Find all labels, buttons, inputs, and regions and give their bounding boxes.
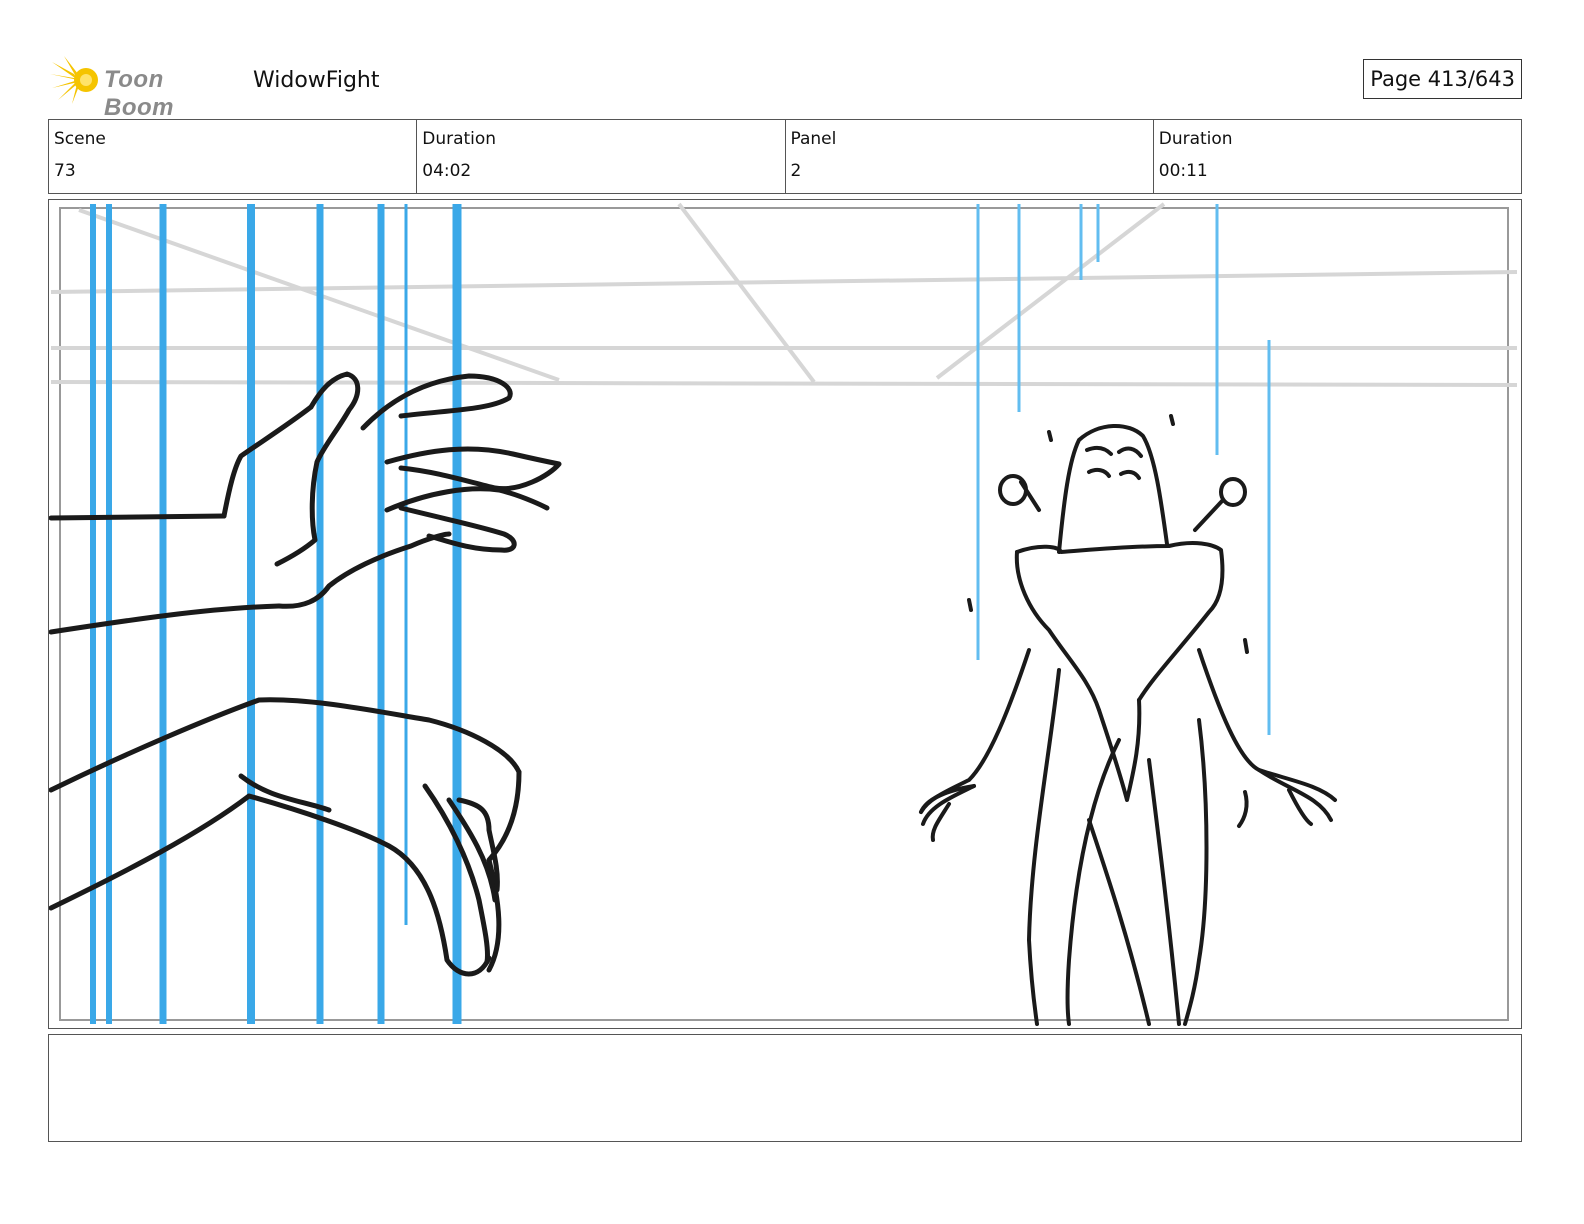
project-title: WidowFight [253, 68, 380, 93]
storyboard-panel [48, 199, 1522, 1029]
scene-duration-cell: Duration 04:02 [417, 120, 786, 193]
upper-hand-sketch [49, 371, 562, 635]
logo-text: Toon Boom [104, 66, 174, 121]
panel-notes-box [48, 1034, 1522, 1142]
panel-info-bar: Scene 73 Duration 04:02 Panel 2 Duration… [48, 119, 1522, 194]
lower-hand-sketch [49, 697, 522, 977]
panel-value: 2 [790, 161, 802, 181]
page-indicator: Page 413/643 [1363, 59, 1522, 99]
panel-drawing [49, 202, 1518, 1026]
starburst-icon [50, 56, 98, 104]
scene-label: Scene [54, 129, 106, 149]
panel-label: Panel [790, 129, 837, 149]
storyboard-header: Toon Boom WidowFight Page 413/643 [48, 52, 1522, 121]
scene-value: 73 [54, 161, 76, 181]
blue-streaks-right [976, 204, 1271, 735]
panel-duration-label: Duration [1158, 129, 1233, 149]
scene-duration-label: Duration [422, 129, 497, 149]
panel-duration-cell: Duration 00:11 [1154, 120, 1521, 193]
background-lines [50, 202, 1518, 387]
scene-duration-value: 04:02 [422, 161, 472, 181]
widow-creature-sketch [919, 414, 1337, 1026]
safe-frame [59, 207, 1509, 1021]
panel-cell: Panel 2 [786, 120, 1154, 193]
blue-bars-left [90, 204, 462, 1024]
scene-cell: Scene 73 [49, 120, 418, 193]
toon-boom-logo: Toon Boom [48, 54, 238, 121]
panel-duration-value: 00:11 [1158, 161, 1208, 181]
